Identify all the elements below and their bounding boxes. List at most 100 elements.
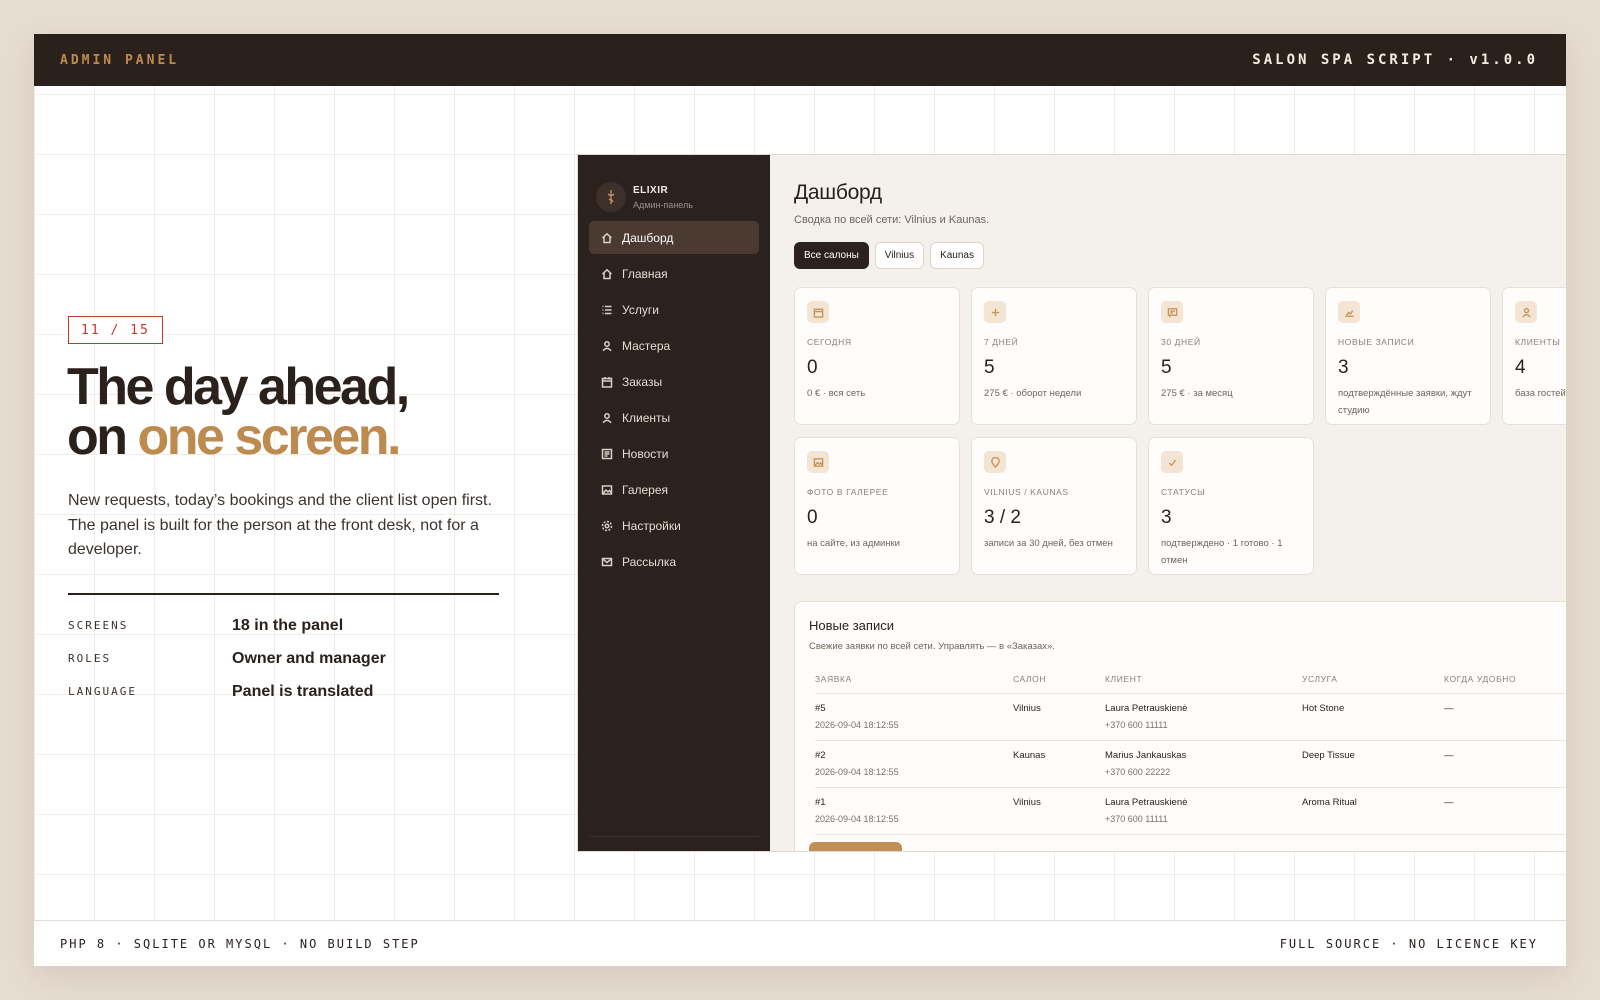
booking-date: 2026-09-04 18:12:55	[815, 720, 899, 730]
sidebar-item-settings[interactable]: Настройки	[589, 509, 759, 542]
stat-label: КЛИЕНТЫ	[1515, 337, 1561, 347]
salon-filter: Все салоны Vilnius Kaunas	[794, 242, 1566, 269]
footer-licence: FULL SOURCE · NO LICENCE KEY	[1279, 936, 1538, 951]
list-icon	[600, 303, 614, 317]
booking-service: Aroma Ritual	[1302, 797, 1357, 808]
home-icon	[600, 231, 614, 245]
booking-phone: +370 600 22222	[1105, 767, 1171, 777]
dashboard-title: Дашборд	[794, 181, 882, 204]
fact-key: ROLES	[68, 652, 112, 665]
sidebar-item-label: Мастера	[622, 338, 671, 353]
user-icon	[600, 339, 614, 353]
stat-value: 0	[807, 357, 818, 378]
brand: ELIXIR Админ-панель	[578, 155, 770, 221]
sidebar-item-clients[interactable]: Клиенты	[589, 401, 759, 434]
sidebar-item-masters[interactable]: Мастера	[589, 329, 759, 362]
table-header: ЗАЯВКА САЛОН КЛИЕНТ УСЛУГА КОГДА УДОБНО	[815, 674, 1566, 694]
filter-chip-all[interactable]: Все салоны	[794, 242, 869, 269]
booking-service: Hot Stone	[1302, 703, 1345, 714]
divider	[68, 593, 499, 595]
brand-subtitle: Админ-панель	[633, 199, 693, 210]
sidebar-item-dashboard[interactable]: Дашборд	[589, 221, 759, 254]
column-header: САЛОН	[1013, 674, 1047, 684]
stat-value: 3	[1161, 507, 1172, 528]
chart-icon	[1338, 301, 1360, 323]
message-icon	[1161, 301, 1183, 323]
calendar-icon	[600, 375, 614, 389]
sidebar-item-mailing[interactable]: Рассылка	[589, 545, 759, 578]
sidebar-item-label: Клиенты	[622, 410, 671, 425]
column-header: ЗАЯВКА	[815, 674, 852, 684]
brand-logo-icon	[596, 182, 626, 212]
booking-id: #2	[815, 750, 826, 761]
stat-card-today: СЕГОДНЯ 0 0 € · вся сеть	[794, 287, 960, 425]
calendar-icon	[807, 301, 829, 323]
footer-tech: PHP 8 · SQLITE OR MYSQL · NO BUILD STEP	[60, 936, 420, 951]
stat-note: база гостей	[1515, 388, 1566, 399]
stat-label: 7 ДНЕЙ	[984, 337, 1019, 347]
plus-icon	[984, 301, 1006, 323]
booking-client: Laura Petrauskienė	[1105, 797, 1188, 808]
sidebar-item-news[interactable]: Новости	[589, 437, 759, 470]
fact-row: ROLES Owner and manager	[68, 642, 499, 675]
booking-id: #1	[815, 797, 826, 808]
booking-salon: Vilnius	[1013, 797, 1041, 808]
stat-note: подтверждено · 1 готово · 1 отмен	[1161, 538, 1283, 566]
mail-icon	[600, 555, 614, 569]
newspaper-icon	[600, 447, 614, 461]
top-bar: ADMIN PANEL SALON SPA SCRIPT · v1.0.0	[34, 34, 1566, 86]
dashboard-subtitle: Сводка по всей сети: Vilnius и Kaunas.	[794, 214, 990, 226]
stat-label: 30 ДНЕЙ	[1161, 337, 1201, 347]
fact-value: 18 in the panel	[232, 616, 344, 634]
booking-phone: +370 600 11111	[1105, 814, 1168, 824]
table-row[interactable]: #5 2026-09-04 18:12:55 Vilnius Laura Petr…	[815, 694, 1566, 741]
sidebar-item-gallery[interactable]: Галерея	[589, 473, 759, 506]
stat-label: VILNIUS / KAUNAS	[984, 487, 1069, 497]
sidebar-item-home[interactable]: Главная	[589, 257, 759, 290]
booking-when: —	[1444, 703, 1454, 714]
stat-note: 275 € · за месяц	[1161, 388, 1233, 399]
page-title: The day ahead, on one screen.	[67, 361, 410, 463]
bookings-table: ЗАЯВКА САЛОН КЛИЕНТ УСЛУГА КОГДА УДОБНО …	[815, 674, 1566, 835]
fact-row: SCREENS 18 in the panel	[68, 609, 499, 642]
booking-phone: +370 600 11111	[1105, 720, 1168, 730]
stat-value: 0	[807, 507, 818, 528]
sidebar: ELIXIR Админ-панель Дашборд Главная Услу…	[578, 155, 770, 851]
table-row[interactable]: #2 2026-09-04 18:12:55 Kaunas Marius Jank…	[815, 741, 1566, 788]
stat-card-statuses: СТАТУСЫ 3 подтверждено · 1 готово · 1 от…	[1148, 437, 1314, 575]
footer: PHP 8 · SQLITE OR MYSQL · NO BUILD STEP …	[34, 920, 1566, 966]
pin-icon	[984, 451, 1006, 473]
booking-date: 2026-09-04 18:12:55	[815, 814, 899, 824]
admin-app-screenshot: ELIXIR Админ-панель Дашборд Главная Услу…	[577, 154, 1566, 852]
image-icon	[600, 483, 614, 497]
booking-client: Laura Petrauskienė	[1105, 703, 1188, 714]
sidebar-item-label: Заказы	[622, 374, 663, 389]
sidebar-item-label: Главная	[622, 266, 668, 281]
booking-service: Deep Tissue	[1302, 750, 1355, 761]
stat-card-gallery-photos: ФОТО В ГАЛЕРЕЕ 0 на сайте, из админки	[794, 437, 960, 575]
stat-note: 0 € · вся сеть	[807, 388, 866, 399]
fact-row: LANGUAGE Panel is translated	[68, 675, 499, 708]
sidebar-item-label: Галерея	[622, 482, 669, 497]
open-orders-button[interactable]: Открыть заказы	[809, 842, 902, 851]
panel-subtitle: Свежие заявки по всей сети. Управлять — …	[809, 641, 1055, 652]
stat-card-7-days: 7 ДНЕЙ 5 275 € · оборот недели	[971, 287, 1137, 425]
image-icon	[807, 451, 829, 473]
headline-line-2: on one screen.	[67, 411, 408, 463]
stat-card-new-bookings: НОВЫЕ ЗАПИСИ 3 подтверждённые заявки, жд…	[1325, 287, 1491, 425]
booking-salon: Vilnius	[1013, 703, 1041, 714]
sidebar-item-services[interactable]: Услуги	[589, 293, 759, 326]
column-header: КЛИЕНТ	[1105, 674, 1143, 684]
stat-card-clients: КЛИЕНТЫ 4 база гостей	[1502, 287, 1566, 425]
sidebar-item-label: Услуги	[622, 302, 659, 317]
fact-value: Owner and manager	[232, 649, 386, 667]
headline-accent: one screen.	[137, 408, 401, 466]
filter-chip-kaunas[interactable]: Kaunas	[930, 242, 984, 269]
sidebar-item-orders[interactable]: Заказы	[589, 365, 759, 398]
user-icon	[600, 411, 614, 425]
filter-chip-vilnius[interactable]: Vilnius	[874, 242, 925, 269]
column-header: УСЛУГА	[1302, 674, 1338, 684]
table-row[interactable]: #1 2026-09-04 18:12:55 Vilnius Laura Petr…	[815, 788, 1566, 835]
booking-when: —	[1444, 797, 1454, 808]
fact-key: LANGUAGE	[68, 685, 137, 698]
